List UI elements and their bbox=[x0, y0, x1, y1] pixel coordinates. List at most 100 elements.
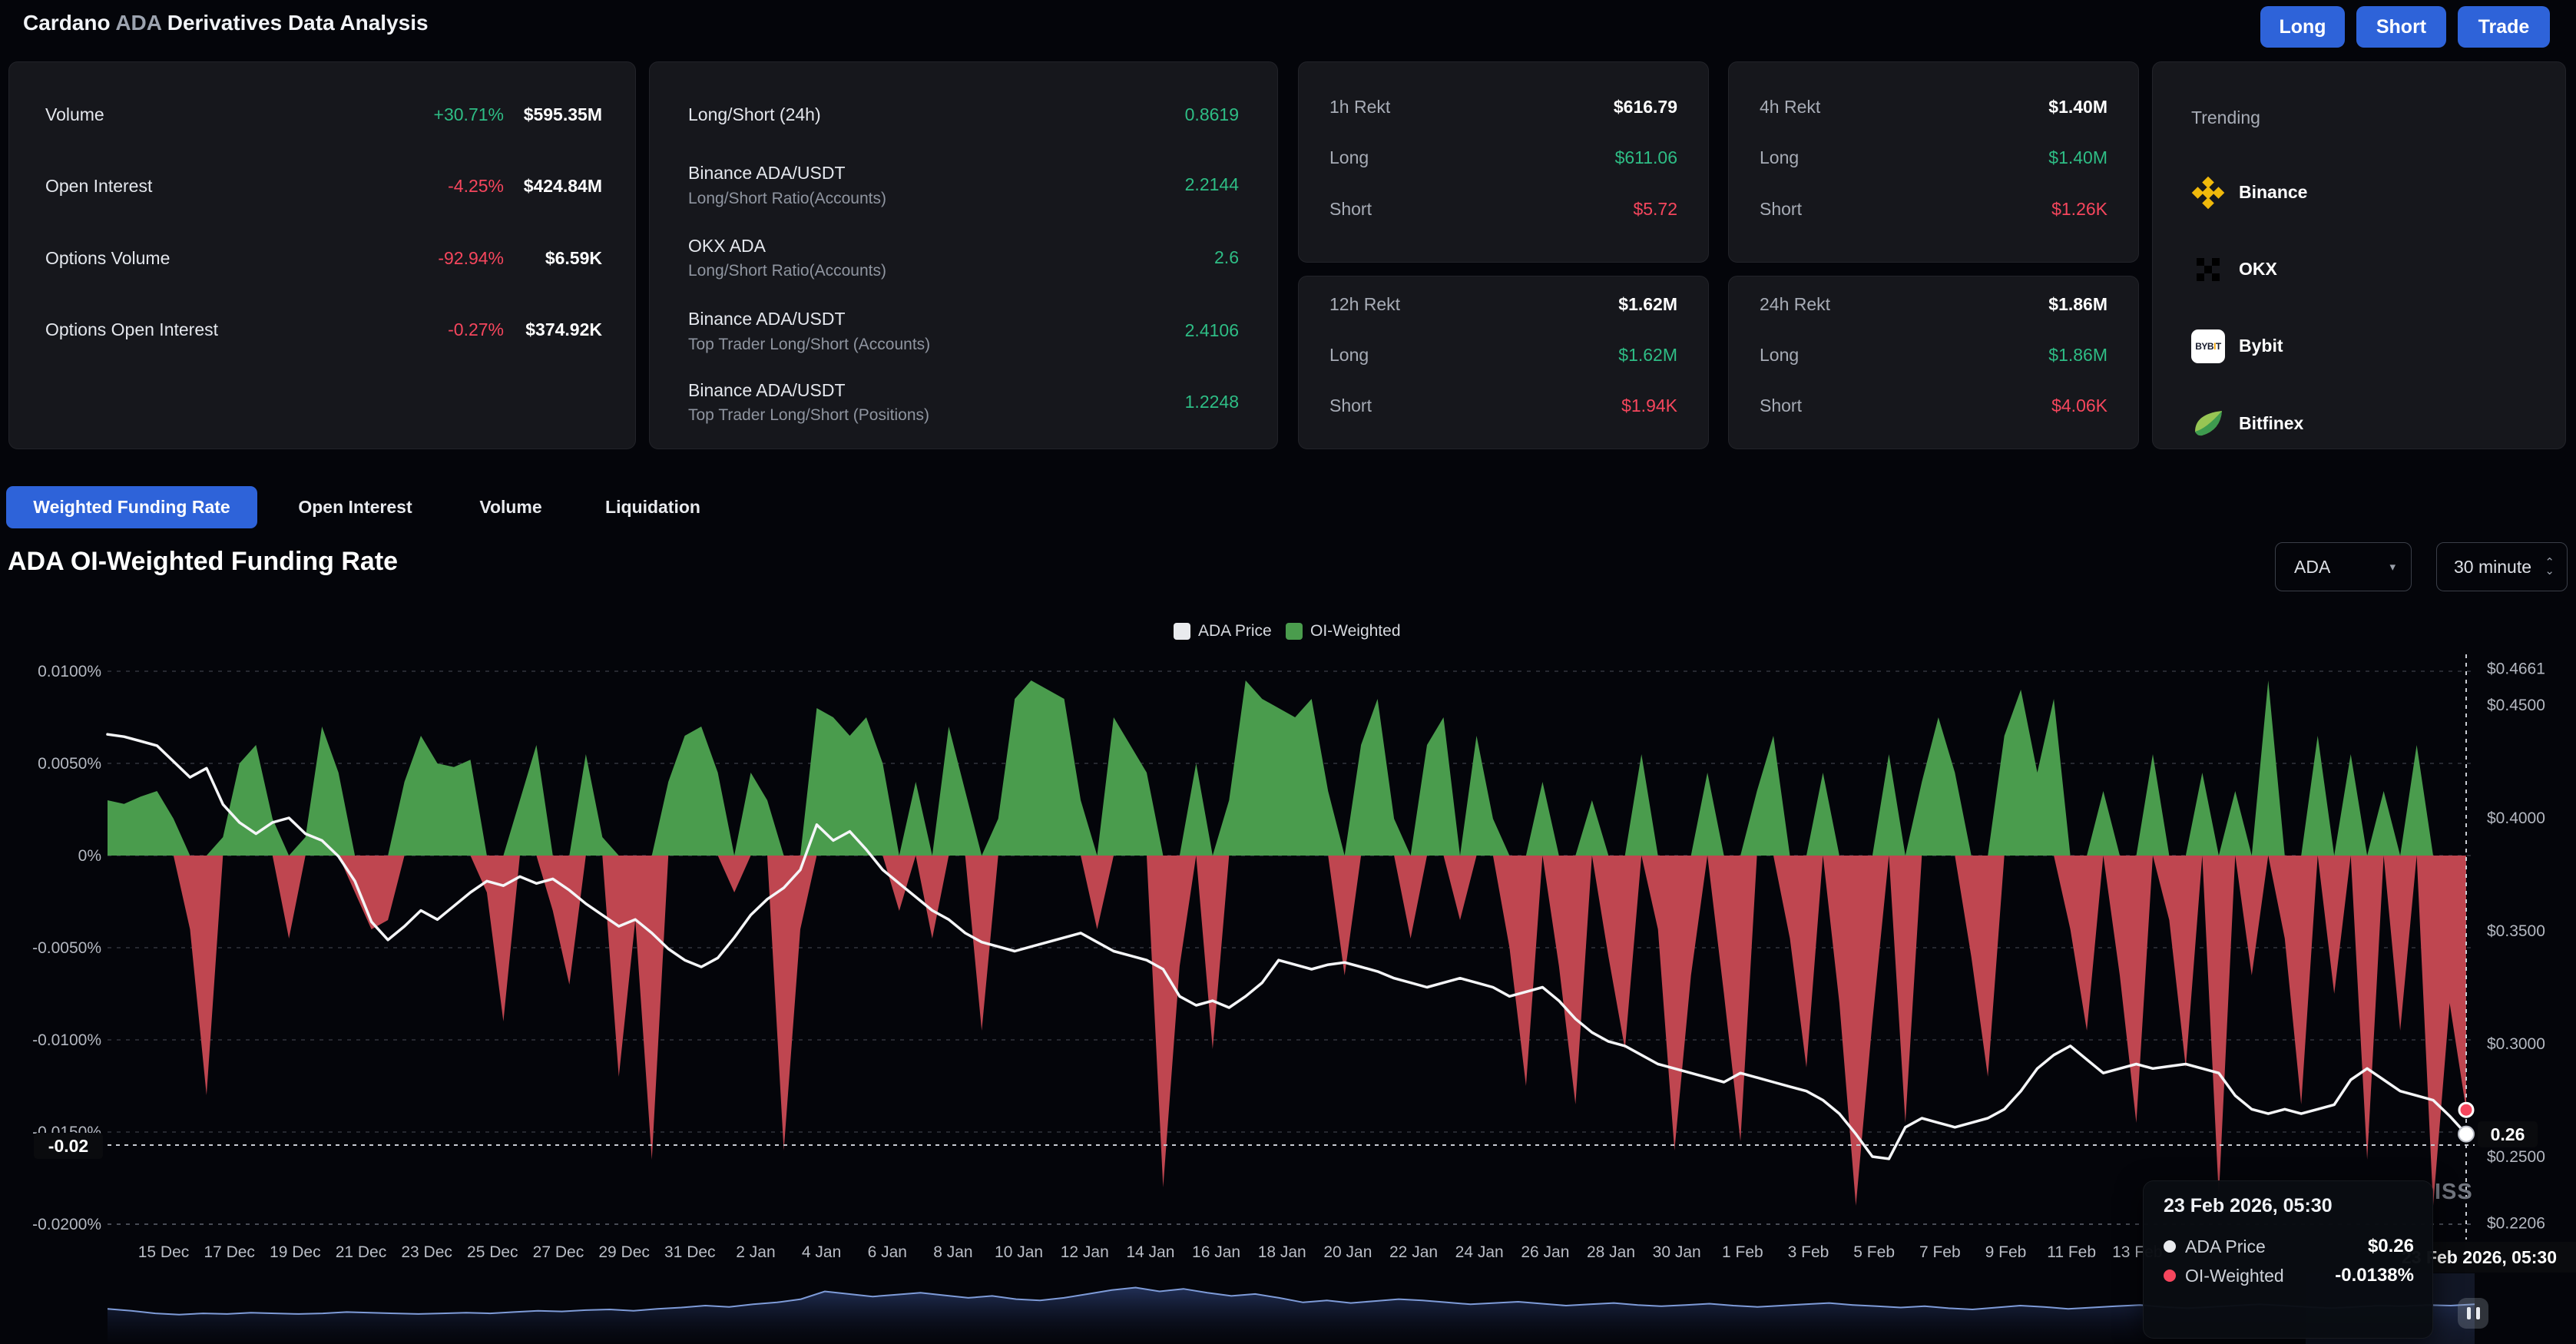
rekt-short-label: Short bbox=[1329, 199, 1372, 220]
price-marker bbox=[2458, 1127, 2474, 1142]
ratio-subtitle: Long/Short Ratio(Accounts) bbox=[688, 262, 886, 280]
x-axis-label: 3 Feb bbox=[1788, 1243, 1829, 1261]
right-axis-label: $0.4500 bbox=[2487, 697, 2545, 714]
stat-label: Open Interest bbox=[45, 176, 152, 196]
left-axis-label: 0% bbox=[78, 847, 101, 865]
rekt-short-value: $4.06K bbox=[1939, 396, 2107, 416]
watermark: ISS bbox=[2435, 1180, 2473, 1205]
x-axis-label: 24 Jan bbox=[1455, 1243, 1504, 1261]
trending-item-binance[interactable]: Binance bbox=[2191, 176, 2529, 210]
rekt-short-value: $1.26K bbox=[1939, 199, 2107, 220]
x-axis-label: 16 Jan bbox=[1192, 1243, 1240, 1261]
rekt-card-12h: 12h Rekt $1.62M Long $1.62M Short $1.94K bbox=[1298, 276, 1709, 449]
x-axis-label: 5 Feb bbox=[1853, 1243, 1895, 1261]
symbol-select-value: ADA bbox=[2294, 557, 2330, 578]
rekt-card-4h: 4h Rekt $1.40M Long $1.40M Short $1.26K bbox=[1728, 61, 2139, 263]
tooltip-timestamp: 23 Feb 2026, 05:30 bbox=[2164, 1195, 2333, 1217]
x-axis-label: 8 Jan bbox=[933, 1243, 972, 1261]
x-axis-label: 28 Jan bbox=[1587, 1243, 1635, 1261]
stat-row: Open Interest -4.25% $424.84M bbox=[45, 176, 152, 197]
interval-select-value: 30 minute bbox=[2454, 557, 2531, 578]
bybit-icon: BYBIT bbox=[2191, 329, 2225, 363]
stat-value: $595.35M bbox=[473, 104, 602, 125]
tab-open-interest[interactable]: Open Interest bbox=[292, 486, 419, 528]
rekt-total: $616.79 bbox=[1508, 97, 1677, 118]
short-button[interactable]: Short bbox=[2356, 6, 2446, 48]
symbol-select[interactable]: ADA ▾ bbox=[2275, 542, 2412, 591]
ratio-title: Binance ADA/USDT bbox=[688, 309, 846, 329]
x-axis-label: 2 Jan bbox=[736, 1243, 775, 1261]
navigator-area[interactable] bbox=[108, 1288, 2475, 1343]
legend-label: ADA Price bbox=[1198, 622, 1272, 641]
chart-tooltip: 23 Feb 2026, 05:30 ADA Price $0.26 OI-We… bbox=[2143, 1180, 2433, 1339]
ratio-title: OKX ADA bbox=[688, 236, 766, 257]
legend-oi-weighted[interactable]: OI-Weighted bbox=[1286, 622, 1401, 641]
x-axis-label: 11 Feb bbox=[2047, 1243, 2096, 1261]
ratio-value: 2.4106 bbox=[1085, 320, 1239, 341]
rekt-short-label: Short bbox=[1760, 199, 1802, 220]
tooltip-series-value: $0.26 bbox=[2368, 1236, 2414, 1257]
rekt-title: 24h Rekt bbox=[1760, 294, 1830, 315]
legend-ada-price[interactable]: ADA Price bbox=[1174, 622, 1272, 641]
trending-panel: Trending Binance bbox=[2152, 61, 2566, 449]
rekt-total: $1.40M bbox=[1939, 97, 2107, 118]
tab-weighted-funding-rate[interactable]: Weighted Funding Rate bbox=[6, 486, 257, 528]
binance-icon bbox=[2191, 176, 2225, 210]
ratio-title: Binance ADA/USDT bbox=[688, 163, 846, 184]
market-stats-panel: Volume +30.71% $595.35M Open Interest -4… bbox=[8, 61, 636, 449]
funding-area-positive bbox=[108, 680, 2466, 856]
trade-button[interactable]: Trade bbox=[2458, 6, 2550, 48]
stat-value: $6.59K bbox=[473, 248, 602, 269]
x-axis-label: 25 Dec bbox=[467, 1243, 518, 1261]
x-axis-label: 31 Dec bbox=[664, 1243, 716, 1261]
rekt-long-value: $1.40M bbox=[1939, 147, 2107, 168]
tooltip-series-label: ADA Price bbox=[2185, 1236, 2266, 1257]
x-axis-label: 9 Feb bbox=[1985, 1243, 2027, 1261]
x-axis-label: 23 Dec bbox=[401, 1243, 452, 1261]
tooltip-row-oi-weighted: OI-Weighted -0.0138% bbox=[2164, 1264, 2414, 1287]
rekt-short-label: Short bbox=[1329, 396, 1372, 416]
bitfinex-icon bbox=[2191, 407, 2225, 441]
rekt-long-label: Long bbox=[1760, 147, 1799, 168]
stat-row: Volume +30.71% $595.35M bbox=[45, 104, 104, 125]
rekt-card-1h: 1h Rekt $616.79 Long $611.06 Short $5.72 bbox=[1298, 61, 1709, 263]
crosshair-left-axis-badge: -0.02 bbox=[34, 1133, 103, 1159]
right-axis-label: $0.2206 bbox=[2487, 1214, 2545, 1232]
funding-marker bbox=[2459, 1103, 2473, 1117]
left-axis-label: 0.0050% bbox=[38, 755, 101, 773]
page-title-symbol: ADA bbox=[115, 11, 161, 35]
chevron-down-icon: ▾ bbox=[2389, 560, 2396, 574]
x-axis-label: 19 Dec bbox=[270, 1243, 321, 1261]
interval-select[interactable]: 30 minute ⌃⌄ bbox=[2436, 542, 2568, 591]
legend-label: OI-Weighted bbox=[1310, 622, 1401, 641]
x-axis-label: 20 Jan bbox=[1323, 1243, 1372, 1261]
page-title-suffix: Derivatives Data Analysis bbox=[167, 11, 429, 35]
ratio-subtitle: Top Trader Long/Short (Accounts) bbox=[688, 336, 930, 354]
tab-liquidation[interactable]: Liquidation bbox=[595, 486, 710, 528]
ratio-subtitle: Top Trader Long/Short (Positions) bbox=[688, 406, 929, 425]
trending-item-label: Bybit bbox=[2239, 336, 2283, 356]
trending-item-bitfinex[interactable]: Bitfinex bbox=[2191, 407, 2529, 441]
pause-button[interactable] bbox=[2458, 1298, 2488, 1329]
legend-swatch-ada-price bbox=[1174, 623, 1190, 640]
rekt-title: 12h Rekt bbox=[1329, 294, 1400, 315]
ratio-subtitle: Long/Short Ratio(Accounts) bbox=[688, 190, 886, 208]
trending-item-okx[interactable]: OKX bbox=[2191, 253, 2529, 286]
x-axis-label: 27 Dec bbox=[533, 1243, 584, 1261]
tooltip-row-ada-price: ADA Price $0.26 bbox=[2164, 1235, 2414, 1258]
trending-item-bybit[interactable]: BYBIT Bybit bbox=[2191, 329, 2529, 363]
x-axis-label: 15 Dec bbox=[138, 1243, 190, 1261]
series-dot-icon bbox=[2164, 1240, 2176, 1253]
rekt-total: $1.86M bbox=[1939, 294, 2107, 315]
rekt-title: 4h Rekt bbox=[1760, 97, 1820, 118]
chart-title: ADA OI-Weighted Funding Rate bbox=[8, 547, 398, 577]
derivatives-dashboard: Cardano ADA Derivatives Data Analysis Lo… bbox=[0, 0, 2576, 1344]
stat-row: Options Volume -92.94% $6.59K bbox=[45, 248, 170, 269]
right-axis-label: $0.3500 bbox=[2487, 922, 2545, 940]
left-axis-label: 0.0100% bbox=[38, 663, 101, 680]
long-button[interactable]: Long bbox=[2260, 6, 2345, 48]
right-axis-label: $0.4000 bbox=[2487, 809, 2545, 827]
tab-volume[interactable]: Volume bbox=[469, 486, 553, 528]
rekt-long-value: $1.86M bbox=[1939, 345, 2107, 366]
rekt-card-24h: 24h Rekt $1.86M Long $1.86M Short $4.06K bbox=[1728, 276, 2139, 449]
